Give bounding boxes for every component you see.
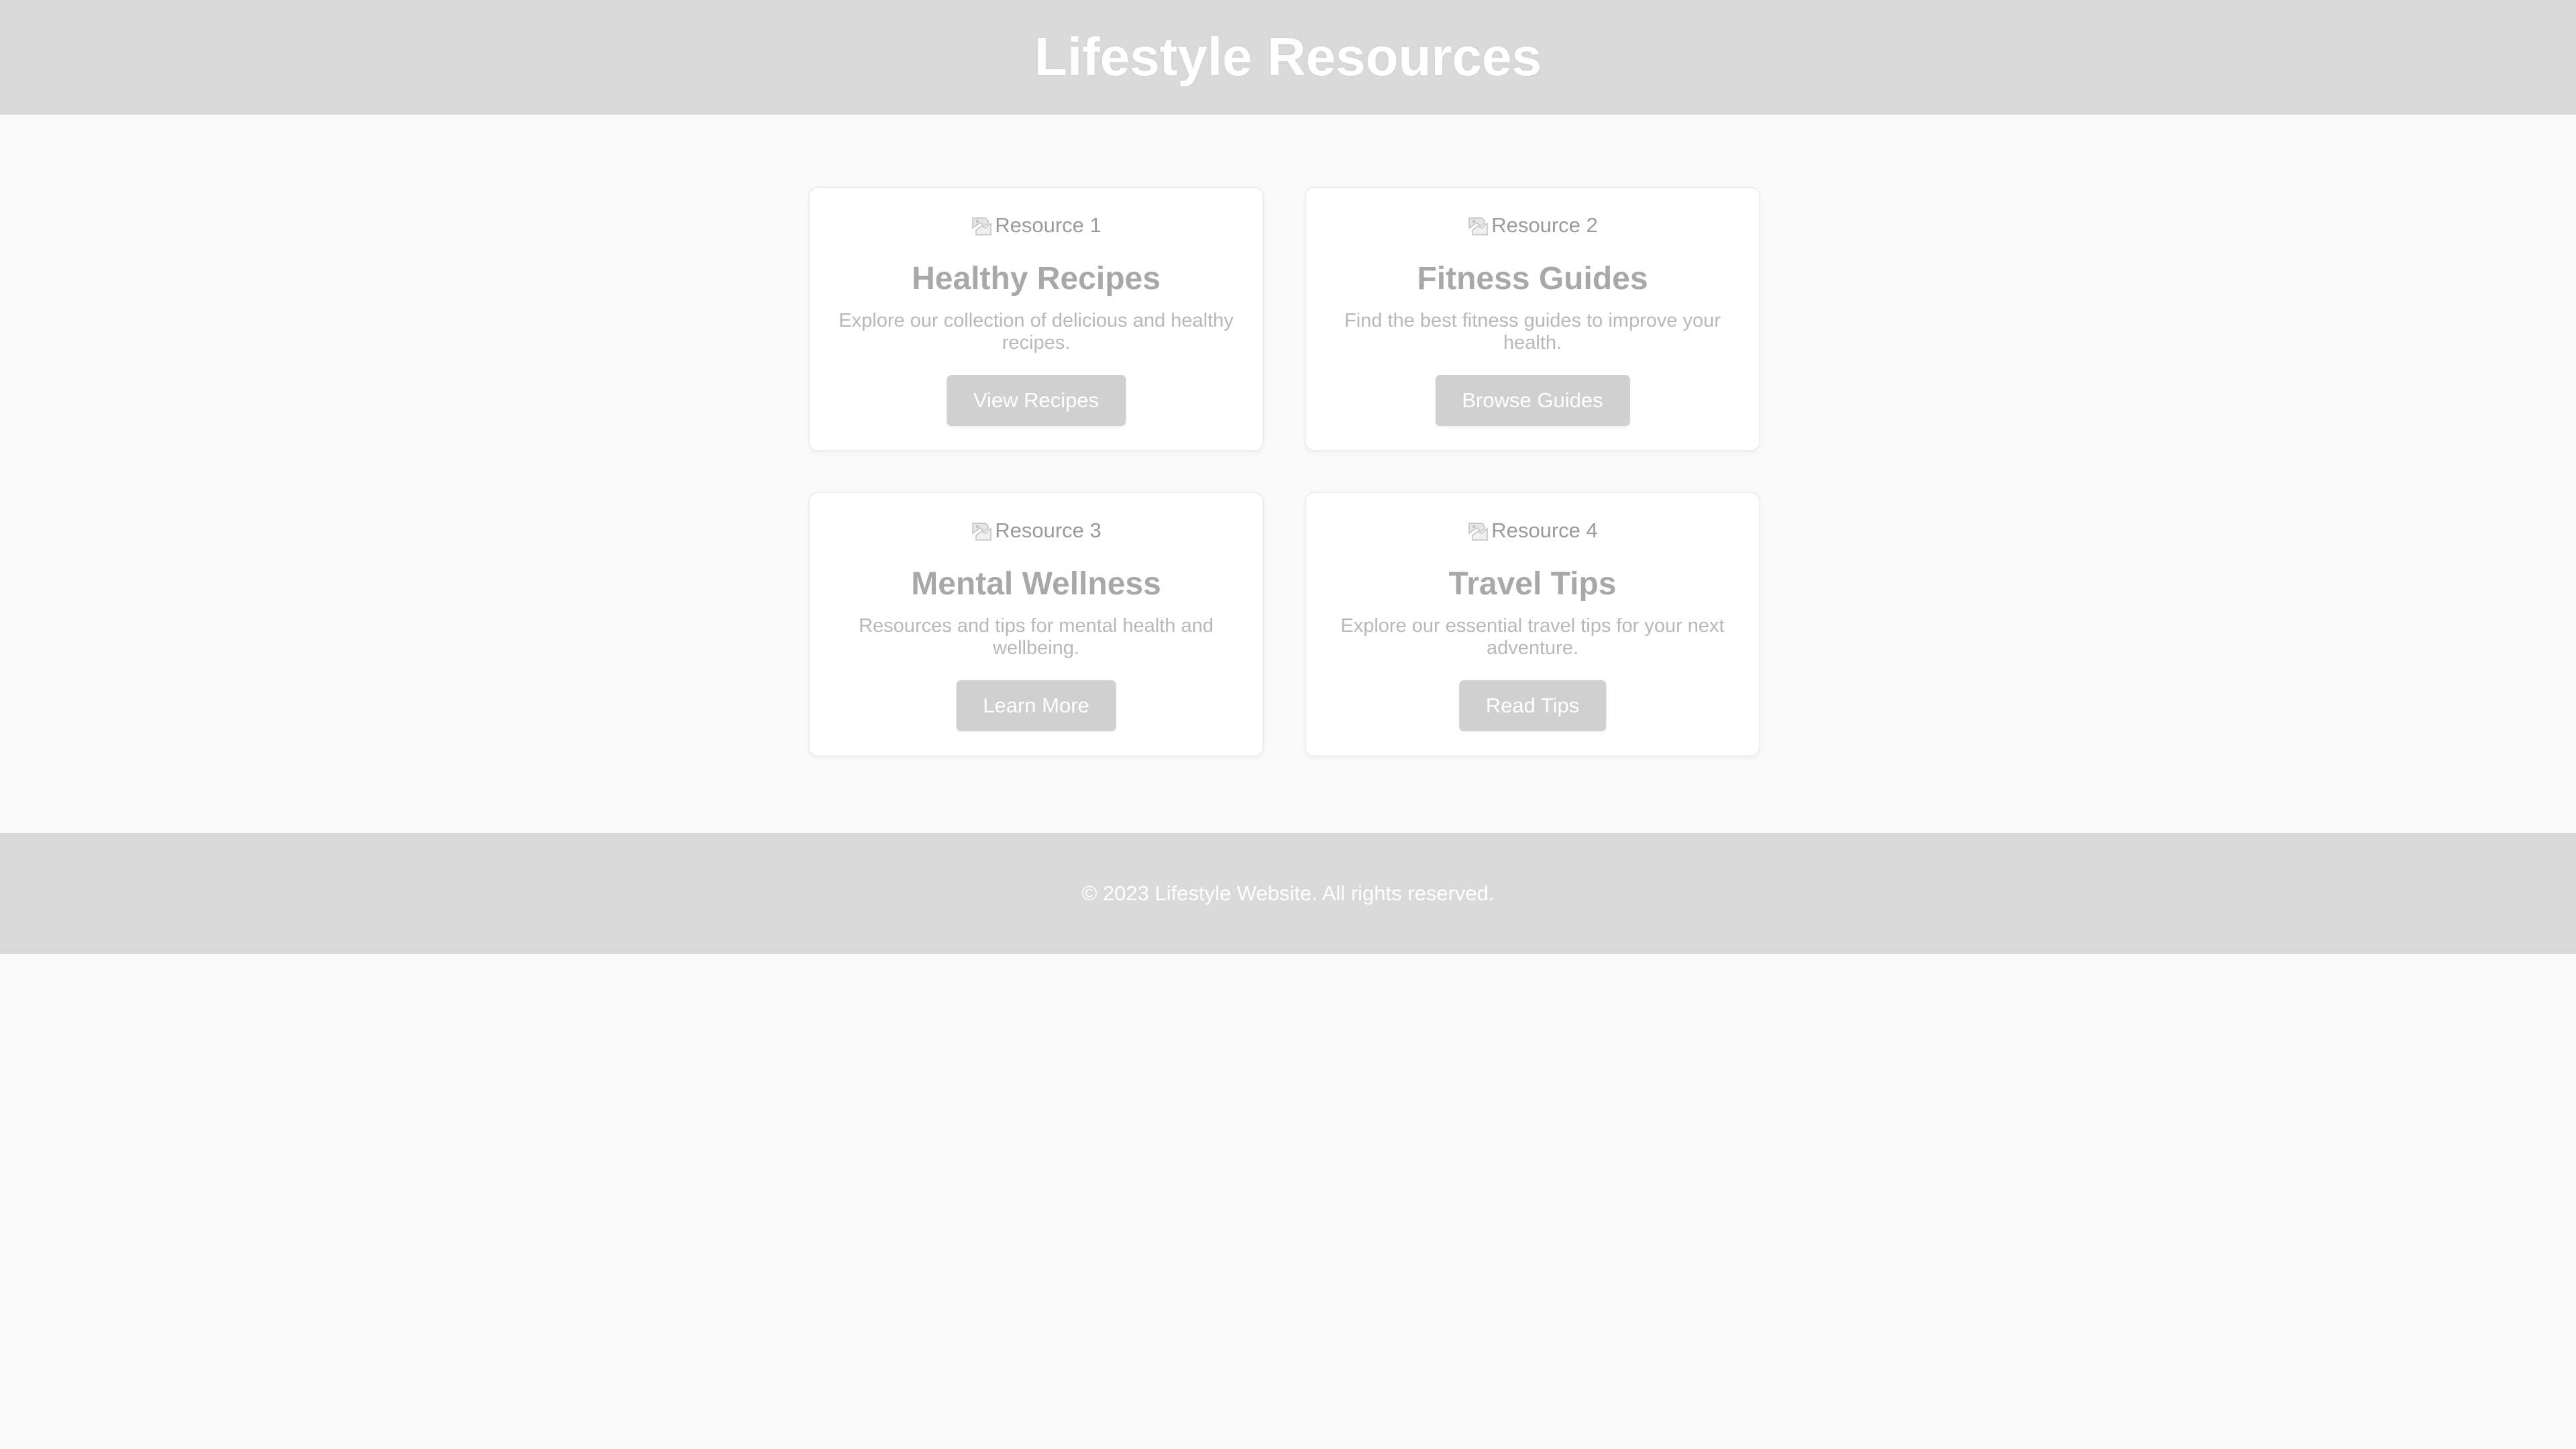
card-description: Explore our collection of delicious and … — [839, 310, 1234, 354]
resource-image: Resource 3 — [810, 516, 1263, 545]
view-recipes-button[interactable]: View Recipes — [946, 375, 1126, 426]
broken-image-icon — [1467, 214, 1490, 237]
card-title: Mental Wellness — [911, 566, 1161, 602]
resource-image-alt: Resource 4 — [1491, 519, 1598, 542]
resource-image-alt: Resource 1 — [995, 213, 1102, 237]
site-footer: © 2023 Lifestyle Website. All rights res… — [0, 833, 2576, 954]
resource-image: Resource 2 — [1306, 211, 1759, 240]
broken-image-icon — [971, 519, 994, 542]
broken-image-icon — [971, 214, 994, 237]
card-title: Fitness Guides — [1417, 261, 1648, 297]
card-title: Healthy Recipes — [912, 261, 1161, 297]
broken-image-icon — [1467, 519, 1490, 542]
copyright-text: © 2023 Lifestyle Website. All rights res… — [1081, 881, 1495, 905]
card-description: Resources and tips for mental health and… — [859, 615, 1214, 659]
page-title: Lifestyle Resources — [1034, 27, 1542, 87]
resource-image-alt: Resource 2 — [1491, 213, 1598, 237]
card-description: Explore our essential travel tips for yo… — [1340, 615, 1725, 659]
card-description: Find the best fitness guides to improve … — [1344, 310, 1721, 354]
resource-image-alt: Resource 3 — [995, 519, 1102, 542]
read-tips-button[interactable]: Read Tips — [1458, 680, 1607, 731]
learn-more-button[interactable]: Learn More — [956, 680, 1116, 731]
resource-card-healthy-recipes: Resource 1 Healthy Recipes Explore our c… — [808, 186, 1264, 451]
site-header: Lifestyle Resources — [0, 0, 2576, 115]
resource-image: Resource 4 — [1306, 516, 1759, 545]
resource-card-travel-tips: Resource 4 Travel Tips Explore our essen… — [1305, 492, 1760, 757]
resource-image: Resource 1 — [810, 211, 1263, 240]
card-title: Travel Tips — [1448, 566, 1617, 602]
browse-guides-button[interactable]: Browse Guides — [1435, 375, 1630, 426]
resource-card-fitness-guides: Resource 2 Fitness Guides Find the best … — [1305, 186, 1760, 451]
resource-card-mental-wellness: Resource 3 Mental Wellness Resources and… — [808, 492, 1264, 757]
